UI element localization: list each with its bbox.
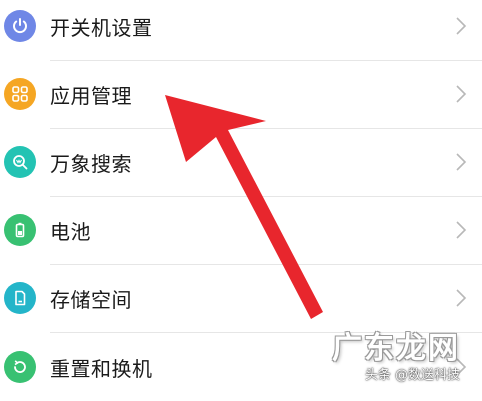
chevron-right-icon: [456, 153, 467, 171]
settings-item-battery[interactable]: 电池: [0, 196, 482, 264]
watermark: 广东龙网 头条 @数送科技: [310, 323, 460, 383]
power-icon: [4, 10, 36, 42]
chevron-right-icon: [456, 289, 467, 307]
settings-item-label: 存储空间: [50, 287, 132, 312]
settings-item-app-management[interactable]: 应用管理: [0, 60, 482, 128]
settings-item-storage[interactable]: 存储空间: [0, 264, 482, 332]
settings-item-label: 电池: [50, 219, 91, 244]
settings-item-power[interactable]: 开关机设置: [0, 0, 482, 60]
settings-item-label: 万象搜索: [50, 151, 132, 176]
battery-icon: [4, 214, 36, 246]
watermark-logo: 广东龙网: [332, 331, 460, 366]
chevron-right-icon: [456, 17, 467, 35]
reset-icon: [4, 351, 36, 383]
apps-grid-icon: [4, 78, 36, 110]
settings-item-search[interactable]: 万象搜索: [0, 128, 482, 196]
chevron-right-icon: [456, 85, 467, 103]
settings-item-label: 开关机设置: [50, 15, 153, 40]
watermark-caption: 头条 @数送科技: [364, 368, 460, 383]
storage-icon: [4, 282, 36, 314]
settings-item-label: 重置和换机: [50, 356, 153, 381]
settings-item-label: 应用管理: [50, 83, 132, 108]
chevron-right-icon: [456, 221, 467, 239]
search-icon: [4, 146, 36, 178]
